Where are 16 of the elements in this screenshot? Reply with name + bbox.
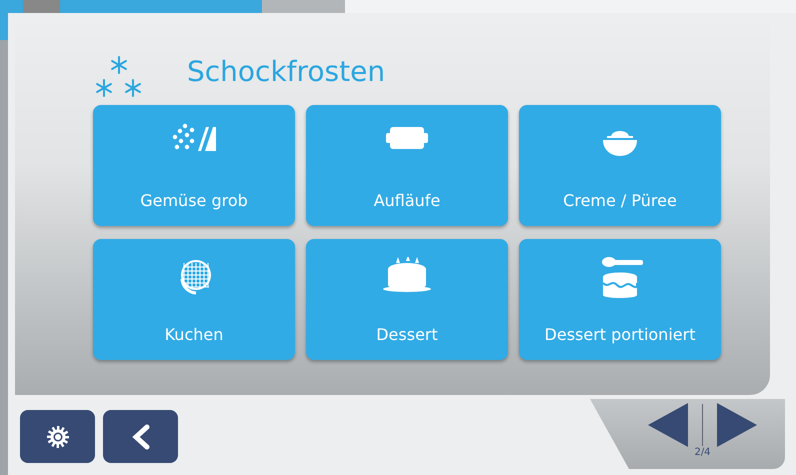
previous-page-button[interactable]: [648, 403, 688, 447]
cake-icon: [382, 257, 432, 293]
program-button[interactable]: Kuchen: [93, 239, 295, 360]
program-button[interactable]: Aufläufe: [306, 105, 508, 226]
next-page-button[interactable]: [717, 403, 757, 447]
settings-button[interactable]: [20, 410, 95, 463]
page-indicator: 2/4: [694, 447, 711, 458]
vegetables-icon: [171, 123, 217, 153]
back-button[interactable]: [103, 410, 178, 463]
program-button[interactable]: Creme / Püree: [519, 105, 721, 226]
settings-icon: [46, 426, 68, 448]
chevron-left-icon: [130, 424, 150, 450]
program-button[interactable]: Dessert portioniert: [519, 239, 721, 360]
page-title: Schockfrosten: [187, 55, 386, 88]
program-button[interactable]: Dessert: [306, 239, 508, 360]
program-button[interactable]: Gemüse grob: [93, 105, 295, 226]
